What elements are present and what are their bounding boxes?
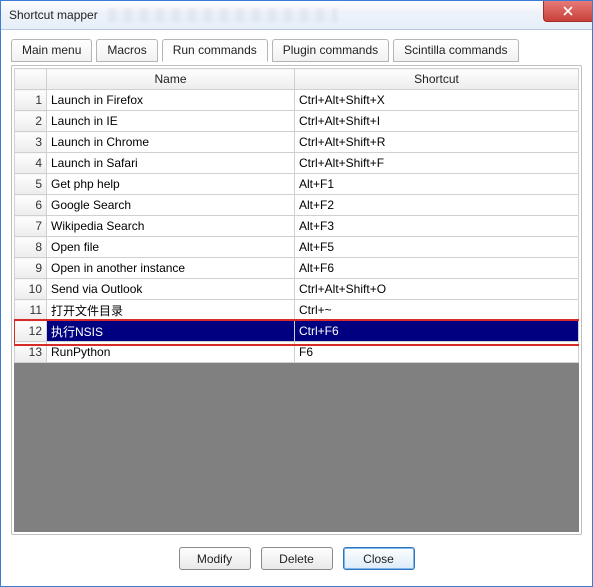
button-bar: Modify Delete Close — [11, 535, 582, 576]
row-shortcut: Ctrl+Alt+Shift+F — [295, 153, 579, 174]
row-name: Open file — [47, 237, 295, 258]
table-row[interactable]: 9Open in another instanceAlt+F6 — [15, 258, 579, 279]
table-row[interactable]: 13RunPythonF6 — [15, 342, 579, 363]
client-area: Main menuMacrosRun commandsPlugin comman… — [1, 30, 592, 586]
row-number: 3 — [15, 132, 47, 153]
row-number: 9 — [15, 258, 47, 279]
row-shortcut: Ctrl+F6 — [295, 321, 579, 342]
row-name: Launch in Firefox — [47, 90, 295, 111]
row-name: Wikipedia Search — [47, 216, 295, 237]
row-shortcut: Alt+F1 — [295, 174, 579, 195]
table-row[interactable]: 6Google SearchAlt+F2 — [15, 195, 579, 216]
grid-area: Name Shortcut 1Launch in FirefoxCtrl+Alt… — [14, 68, 579, 532]
tab-bar: Main menuMacrosRun commandsPlugin comman… — [11, 38, 582, 61]
row-shortcut: Alt+F6 — [295, 258, 579, 279]
table-row[interactable]: 7Wikipedia SearchAlt+F3 — [15, 216, 579, 237]
col-header-shortcut[interactable]: Shortcut — [295, 69, 579, 90]
row-number: 8 — [15, 237, 47, 258]
row-name: Launch in IE — [47, 111, 295, 132]
row-number: 10 — [15, 279, 47, 300]
row-name: 打开文件目录 — [47, 300, 295, 321]
row-shortcut: Ctrl+Alt+Shift+X — [295, 90, 579, 111]
close-button[interactable]: Close — [343, 547, 415, 570]
row-shortcut: Ctrl+Alt+Shift+R — [295, 132, 579, 153]
row-name: Google Search — [47, 195, 295, 216]
row-name: Open in another instance — [47, 258, 295, 279]
col-header-name[interactable]: Name — [47, 69, 295, 90]
titlebar-blur — [108, 8, 338, 22]
tab-plugin-commands[interactable]: Plugin commands — [272, 39, 389, 62]
row-name: RunPython — [47, 342, 295, 363]
row-shortcut: F6 — [295, 342, 579, 363]
table-row[interactable]: 10Send via OutlookCtrl+Alt+Shift+O — [15, 279, 579, 300]
shortcut-mapper-window: Shortcut mapper Main menuMacrosRun comma… — [0, 0, 593, 587]
tab-macros[interactable]: Macros — [96, 39, 157, 62]
table-row[interactable]: 3Launch in ChromeCtrl+Alt+Shift+R — [15, 132, 579, 153]
close-icon — [563, 6, 573, 16]
row-shortcut: Alt+F3 — [295, 216, 579, 237]
row-number: 11 — [15, 300, 47, 321]
row-shortcut: Ctrl+~ — [295, 300, 579, 321]
row-number: 2 — [15, 111, 47, 132]
row-number: 1 — [15, 90, 47, 111]
row-number: 12 — [15, 321, 47, 342]
row-name: Get php help — [47, 174, 295, 195]
row-number: 5 — [15, 174, 47, 195]
table-row[interactable]: 12执行NSISCtrl+F6 — [15, 321, 579, 342]
row-shortcut: Alt+F2 — [295, 195, 579, 216]
tab-scintilla-commands[interactable]: Scintilla commands — [393, 39, 518, 62]
window-title: Shortcut mapper — [9, 8, 98, 22]
delete-button[interactable]: Delete — [261, 547, 333, 570]
table-row[interactable]: 4Launch in SafariCtrl+Alt+Shift+F — [15, 153, 579, 174]
table-row[interactable]: 11打开文件目录Ctrl+~ — [15, 300, 579, 321]
tab-main-menu[interactable]: Main menu — [11, 39, 92, 62]
row-shortcut: Ctrl+Alt+Shift+O — [295, 279, 579, 300]
table-row[interactable]: 8Open fileAlt+F5 — [15, 237, 579, 258]
row-name: Send via Outlook — [47, 279, 295, 300]
grid-header-row: Name Shortcut — [15, 69, 579, 90]
row-number: 7 — [15, 216, 47, 237]
shortcut-grid[interactable]: Name Shortcut 1Launch in FirefoxCtrl+Alt… — [14, 68, 579, 363]
close-window-button[interactable] — [543, 1, 592, 22]
grid-container: Name Shortcut 1Launch in FirefoxCtrl+Alt… — [11, 65, 582, 535]
row-number: 13 — [15, 342, 47, 363]
row-name: 执行NSIS — [47, 321, 295, 342]
table-row[interactable]: 2Launch in IECtrl+Alt+Shift+I — [15, 111, 579, 132]
row-shortcut: Ctrl+Alt+Shift+I — [295, 111, 579, 132]
row-number: 6 — [15, 195, 47, 216]
titlebar[interactable]: Shortcut mapper — [1, 1, 592, 30]
row-name: Launch in Chrome — [47, 132, 295, 153]
row-number: 4 — [15, 153, 47, 174]
row-name: Launch in Safari — [47, 153, 295, 174]
row-shortcut: Alt+F5 — [295, 237, 579, 258]
table-row[interactable]: 5Get php helpAlt+F1 — [15, 174, 579, 195]
table-row[interactable]: 1Launch in FirefoxCtrl+Alt+Shift+X — [15, 90, 579, 111]
modify-button[interactable]: Modify — [179, 547, 251, 570]
col-header-number[interactable] — [15, 69, 47, 90]
tab-run-commands[interactable]: Run commands — [162, 39, 268, 62]
